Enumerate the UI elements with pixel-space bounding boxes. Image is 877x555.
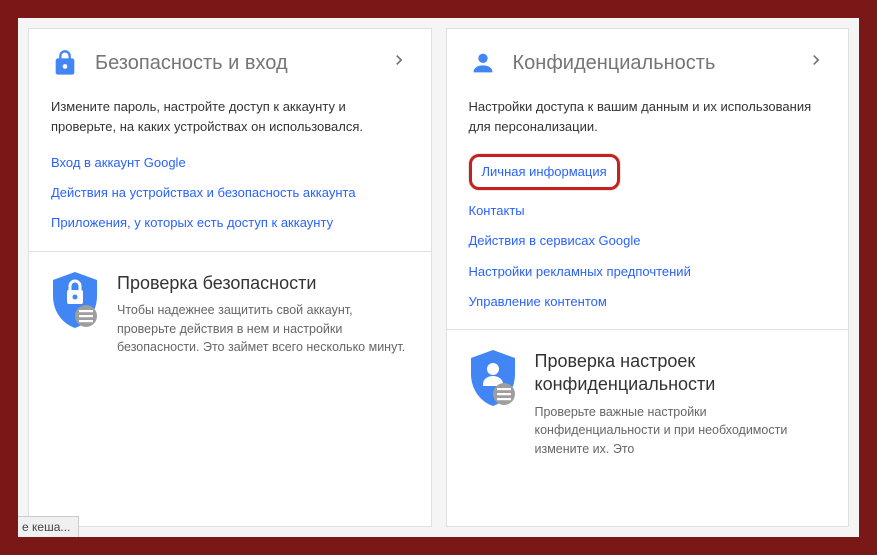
outer-frame: Безопасность и вход Измените пароль, нас…: [0, 0, 877, 555]
shield-lock-icon: [51, 272, 99, 328]
status-bar: е кеша...: [18, 516, 79, 537]
privacy-checkup-content: Проверка настроек конфиденциальности Про…: [535, 350, 827, 459]
security-card-header[interactable]: Безопасность и вход: [29, 29, 431, 97]
security-link-list: Вход в аккаунт Google Действия на устрой…: [51, 154, 409, 233]
link-google-activity[interactable]: Действия в сервисах Google: [469, 232, 827, 250]
status-text: е кеша...: [22, 520, 70, 534]
security-checkup-title: Проверка безопасности: [117, 272, 409, 295]
privacy-card-body: Настройки доступа к вашим данным и их ис…: [447, 97, 849, 329]
privacy-description: Настройки доступа к вашим данным и их ис…: [469, 97, 827, 136]
link-content-management[interactable]: Управление контентом: [469, 293, 827, 311]
security-card-body: Измените пароль, настройте доступ к акка…: [29, 97, 431, 251]
privacy-checkup-card[interactable]: Проверка настроек конфиденциальности Про…: [447, 329, 849, 459]
security-checkup-content: Проверка безопасности Чтобы надежнее защ…: [117, 272, 409, 358]
chevron-right-icon: [389, 50, 409, 76]
privacy-card-header[interactable]: Конфиденциальность: [447, 29, 849, 97]
security-checkup-card[interactable]: Проверка безопасности Чтобы надежнее защ…: [29, 251, 431, 358]
link-ad-settings[interactable]: Настройки рекламных предпочтений: [469, 263, 827, 281]
privacy-card: Конфиденциальность Настройки доступа к в…: [446, 28, 850, 527]
content-area: Безопасность и вход Измените пароль, нас…: [18, 18, 859, 537]
privacy-checkup-desc: Проверьте важные настройки конфиденциаль…: [535, 403, 827, 459]
security-card: Безопасность и вход Измените пароль, нас…: [28, 28, 432, 527]
person-icon: [469, 49, 497, 77]
privacy-link-list: Личная информация Контакты Действия в се…: [469, 154, 827, 311]
security-title: Безопасность и вход: [95, 52, 389, 75]
chevron-right-icon: [806, 50, 826, 76]
link-contacts[interactable]: Контакты: [469, 202, 827, 220]
privacy-checkup-title: Проверка настроек конфиденциальности: [535, 350, 827, 397]
shield-person-icon: [469, 350, 517, 406]
link-personal-info[interactable]: Личная информация: [469, 154, 620, 190]
lock-icon: [51, 49, 79, 77]
security-checkup-desc: Чтобы надежнее защитить свой аккаунт, пр…: [117, 301, 409, 357]
privacy-title: Конфиденциальность: [513, 52, 807, 75]
link-apps-access[interactable]: Приложения, у которых есть доступ к акка…: [51, 214, 409, 232]
security-description: Измените пароль, настройте доступ к акка…: [51, 97, 409, 136]
link-device-activity[interactable]: Действия на устройствах и безопасность а…: [51, 184, 409, 202]
link-signin-google[interactable]: Вход в аккаунт Google: [51, 154, 409, 172]
